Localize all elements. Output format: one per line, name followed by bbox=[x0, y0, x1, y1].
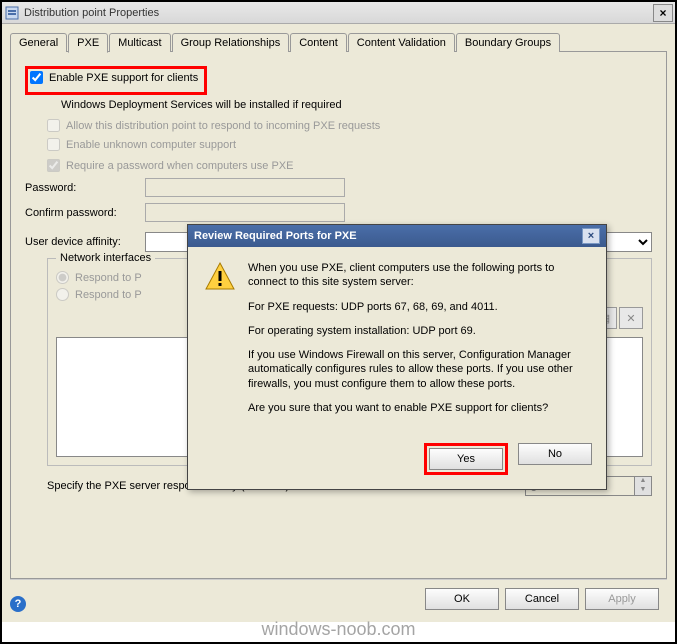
warning-icon bbox=[204, 261, 236, 293]
radio-specific-label: Respond to P bbox=[75, 289, 142, 301]
no-button[interactable]: No bbox=[518, 443, 592, 465]
radio-respond-specific[interactable] bbox=[56, 288, 69, 301]
tab-general[interactable]: General bbox=[10, 33, 67, 52]
password-label: Password: bbox=[25, 182, 145, 194]
apply-button[interactable]: Apply bbox=[585, 588, 659, 610]
yes-button[interactable]: Yes bbox=[429, 448, 503, 470]
tab-content[interactable]: Content bbox=[290, 33, 347, 52]
cancel-button[interactable]: Cancel bbox=[505, 588, 579, 610]
unknown-support-row: Enable unknown computer support bbox=[47, 138, 652, 151]
tab-pxe[interactable]: PXE bbox=[68, 33, 108, 53]
modal-p2: For PXE requests: UDP ports 67, 68, 69, … bbox=[248, 300, 590, 314]
tab-multicast[interactable]: Multicast bbox=[109, 33, 170, 52]
enable-pxe-label: Enable PXE support for clients bbox=[49, 72, 198, 84]
require-password-row: Require a password when computers use PX… bbox=[47, 159, 652, 172]
wds-note: Windows Deployment Services will be inst… bbox=[61, 99, 652, 111]
allow-respond-checkbox[interactable] bbox=[47, 119, 60, 132]
review-ports-dialog: Review Required Ports for PXE × When you… bbox=[187, 224, 607, 490]
unknown-support-label: Enable unknown computer support bbox=[66, 139, 236, 151]
remove-interface-button[interactable]: ✕ bbox=[619, 307, 643, 329]
enable-pxe-row: Enable PXE support for clients bbox=[30, 71, 198, 84]
modal-body: When you use PXE, client computers use t… bbox=[188, 247, 606, 435]
tabs: General PXE Multicast Group Relationship… bbox=[10, 32, 667, 52]
window-close-button[interactable]: × bbox=[653, 4, 673, 22]
highlight-enable-pxe: Enable PXE support for clients bbox=[25, 66, 207, 95]
spinner-up-icon[interactable]: ▲ bbox=[635, 477, 651, 486]
require-password-checkbox[interactable] bbox=[47, 159, 60, 172]
modal-close-button[interactable]: × bbox=[582, 228, 600, 244]
radio-respond-all[interactable] bbox=[56, 271, 69, 284]
modal-p4: If you use Windows Firewall on this serv… bbox=[248, 348, 590, 391]
modal-p5: Are you sure that you want to enable PXE… bbox=[248, 401, 590, 415]
spinner-buttons: ▲ ▼ bbox=[635, 476, 652, 496]
titlebar: Distribution point Properties × bbox=[2, 2, 675, 24]
modal-button-bar: Yes No bbox=[188, 435, 606, 489]
enable-pxe-checkbox[interactable] bbox=[30, 71, 43, 84]
confirm-password-input[interactable] bbox=[145, 203, 345, 222]
modal-p3: For operating system installation: UDP p… bbox=[248, 324, 590, 338]
confirm-password-label: Confirm password: bbox=[25, 207, 145, 219]
password-input[interactable] bbox=[145, 178, 345, 197]
modal-text: When you use PXE, client computers use t… bbox=[248, 261, 590, 425]
tab-group-relationships[interactable]: Group Relationships bbox=[172, 33, 290, 52]
allow-respond-label: Allow this distribution point to respond… bbox=[66, 120, 380, 132]
dialog-button-bar: OK Cancel Apply bbox=[10, 579, 667, 618]
spinner-down-icon[interactable]: ▼ bbox=[635, 486, 651, 495]
ok-button[interactable]: OK bbox=[425, 588, 499, 610]
dialog-body: General PXE Multicast Group Relationship… bbox=[2, 24, 675, 622]
tab-boundary-groups[interactable]: Boundary Groups bbox=[456, 33, 560, 52]
help-icon[interactable]: ? bbox=[10, 596, 26, 612]
window-icon bbox=[4, 5, 20, 21]
radio-all-label: Respond to P bbox=[75, 272, 142, 284]
highlight-yes: Yes bbox=[424, 443, 508, 475]
modal-title: Review Required Ports for PXE bbox=[194, 230, 582, 242]
tab-border bbox=[559, 35, 560, 52]
fieldset-label: Network interfaces bbox=[56, 252, 155, 264]
allow-respond-row: Allow this distribution point to respond… bbox=[47, 119, 652, 132]
remove-icon: ✕ bbox=[626, 312, 635, 325]
password-row: Password: bbox=[25, 178, 652, 197]
window-title: Distribution point Properties bbox=[24, 7, 653, 19]
unknown-support-checkbox[interactable] bbox=[47, 138, 60, 151]
watermark: windows-noob.com bbox=[2, 619, 675, 640]
modal-p1: When you use PXE, client computers use t… bbox=[248, 261, 590, 290]
affinity-label: User device affinity: bbox=[25, 236, 145, 248]
confirm-password-row: Confirm password: bbox=[25, 203, 652, 222]
modal-titlebar: Review Required Ports for PXE × bbox=[188, 225, 606, 247]
require-password-label: Require a password when computers use PX… bbox=[66, 160, 293, 172]
tab-content-validation[interactable]: Content Validation bbox=[348, 33, 455, 52]
